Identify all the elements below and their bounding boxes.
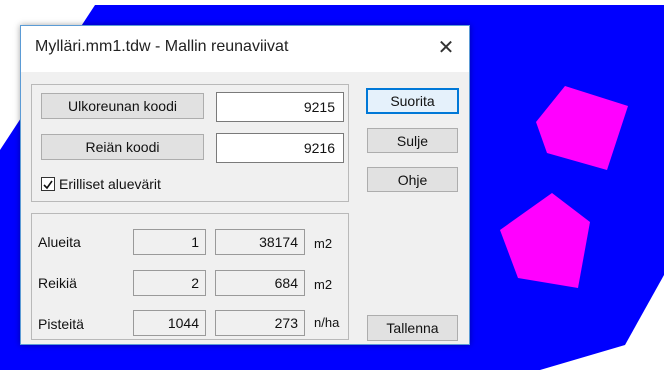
run-button[interactable]: Suorita [366, 88, 459, 114]
stat-count-points: 1044 [133, 310, 206, 336]
stat-value-points: 273 [215, 310, 305, 336]
stat-label-holes: Reikiä [38, 275, 77, 291]
save-button[interactable]: Tallenna [367, 315, 458, 341]
stat-unit-areas: m2 [314, 236, 333, 251]
outer-code-button[interactable]: Ulkoreunan koodi [41, 93, 204, 119]
hole-code-button[interactable]: Reiän koodi [41, 134, 204, 160]
boundary-dialog: Mylläri.mm1.tdw - Mallin reunaviivat ✕ U… [20, 25, 470, 345]
close-icon[interactable]: ✕ [433, 35, 459, 61]
close-button[interactable]: Sulje [367, 128, 458, 153]
window-title: Mylläri.mm1.tdw - Mallin reunaviivat [35, 38, 289, 55]
stat-unit-holes: m2 [314, 277, 333, 292]
help-button[interactable]: Ohje [367, 167, 458, 192]
stat-count-areas: 1 [133, 229, 206, 255]
stat-value-areas: 38174 [215, 229, 305, 255]
hole-code-field[interactable]: 9216 [216, 133, 344, 163]
separate-colors-label: Erilliset aluevärit [59, 176, 161, 192]
stat-label-points: Pisteitä [38, 316, 84, 332]
title-bar: Mylläri.mm1.tdw - Mallin reunaviivat ✕ [21, 26, 469, 72]
stat-value-holes: 684 [215, 270, 305, 296]
stat-unit-points: n/ha [314, 315, 340, 330]
checkmark-icon [43, 180, 53, 190]
stat-count-holes: 2 [133, 270, 206, 296]
outer-code-field[interactable]: 9215 [216, 92, 344, 122]
separate-colors-checkbox[interactable] [41, 177, 55, 191]
stat-label-areas: Alueita [38, 234, 81, 250]
